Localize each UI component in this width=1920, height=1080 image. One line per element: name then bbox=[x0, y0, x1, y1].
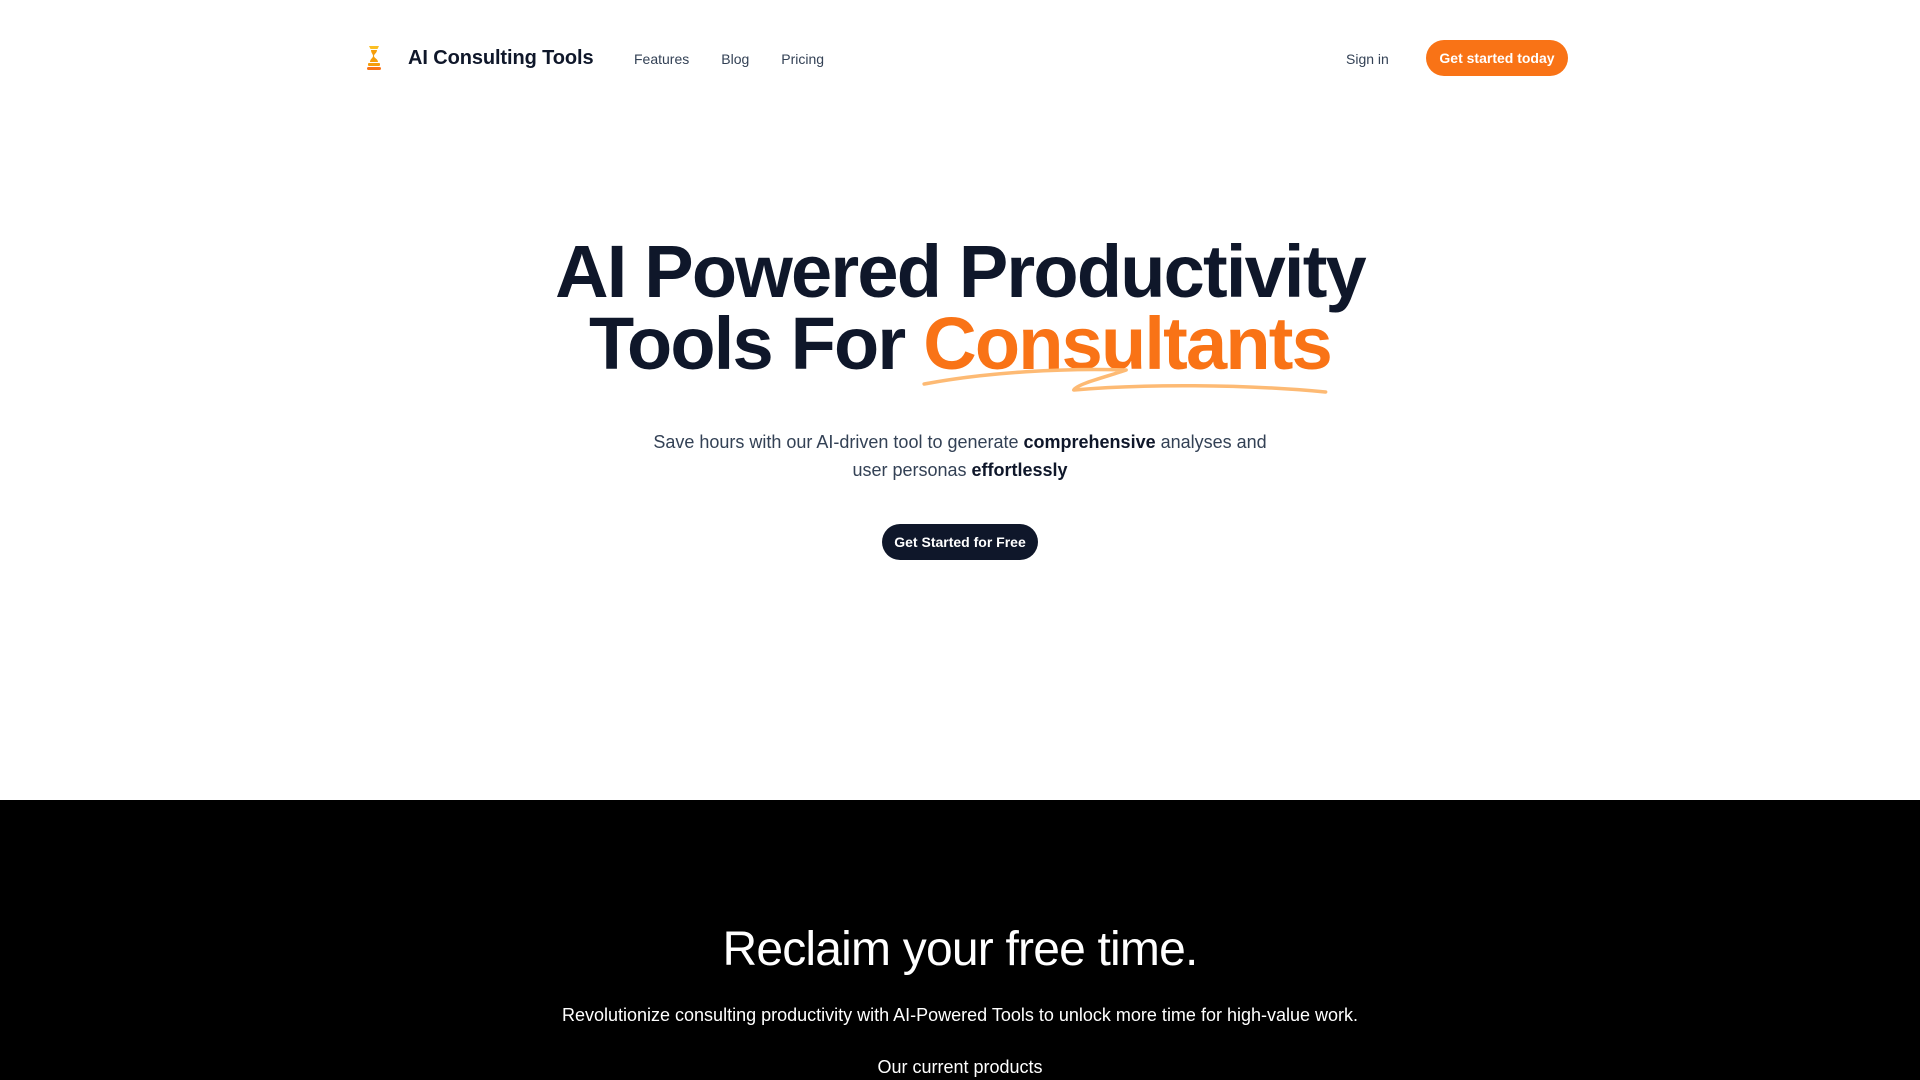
hero-subtitle-bold-1: comprehensive bbox=[1023, 432, 1156, 452]
nav-features[interactable]: Features bbox=[618, 46, 705, 72]
hero-title-accent: Consultants bbox=[922, 307, 1333, 394]
hero-title-line-2: Tools For Consultants bbox=[0, 307, 1920, 394]
main-nav: Features Blog Pricing bbox=[618, 46, 840, 72]
scribble-underline-icon bbox=[922, 367, 1328, 394]
brand-logo-link[interactable]: AI Consulting Tools bbox=[362, 40, 594, 76]
get-started-free-button[interactable]: Get Started for Free bbox=[882, 524, 1038, 560]
site-header: AI Consulting Tools Features Blog Pricin… bbox=[0, 0, 1920, 116]
chess-piece-icon bbox=[367, 46, 381, 70]
products-label: Our current products bbox=[877, 1057, 1043, 1077]
hero-subtitle-text-1: Save hours with our AI-driven tool to ge… bbox=[653, 432, 1024, 452]
hero-subtitle: Save hours with our AI-driven tool to ge… bbox=[640, 428, 1280, 484]
nav-pricing[interactable]: Pricing bbox=[765, 46, 840, 72]
sign-in-link[interactable]: Sign in bbox=[1330, 46, 1405, 72]
nav-blog[interactable]: Blog bbox=[705, 46, 765, 72]
get-started-today-button[interactable]: Get started today bbox=[1426, 40, 1568, 76]
brand-name: AI Consulting Tools bbox=[408, 46, 594, 69]
hero-title-prefix: Tools For bbox=[589, 302, 924, 385]
feature-section-title: Reclaim your free time. bbox=[722, 923, 1198, 976]
feature-section-subtitle: Revolutionize consulting productivity wi… bbox=[561, 1005, 1359, 1025]
hero-title: AI Powered Productivity Tools For Consul… bbox=[0, 230, 1920, 394]
feature-section: Reclaim your free time. Revolutionize co… bbox=[0, 800, 1920, 1080]
hero-subtitle-bold-2: effortlessly bbox=[971, 460, 1068, 480]
hero-title-line-1: AI Powered Productivity bbox=[555, 230, 1367, 313]
landing-page: AI Consulting Tools Features Blog Pricin… bbox=[0, 0, 1920, 1080]
